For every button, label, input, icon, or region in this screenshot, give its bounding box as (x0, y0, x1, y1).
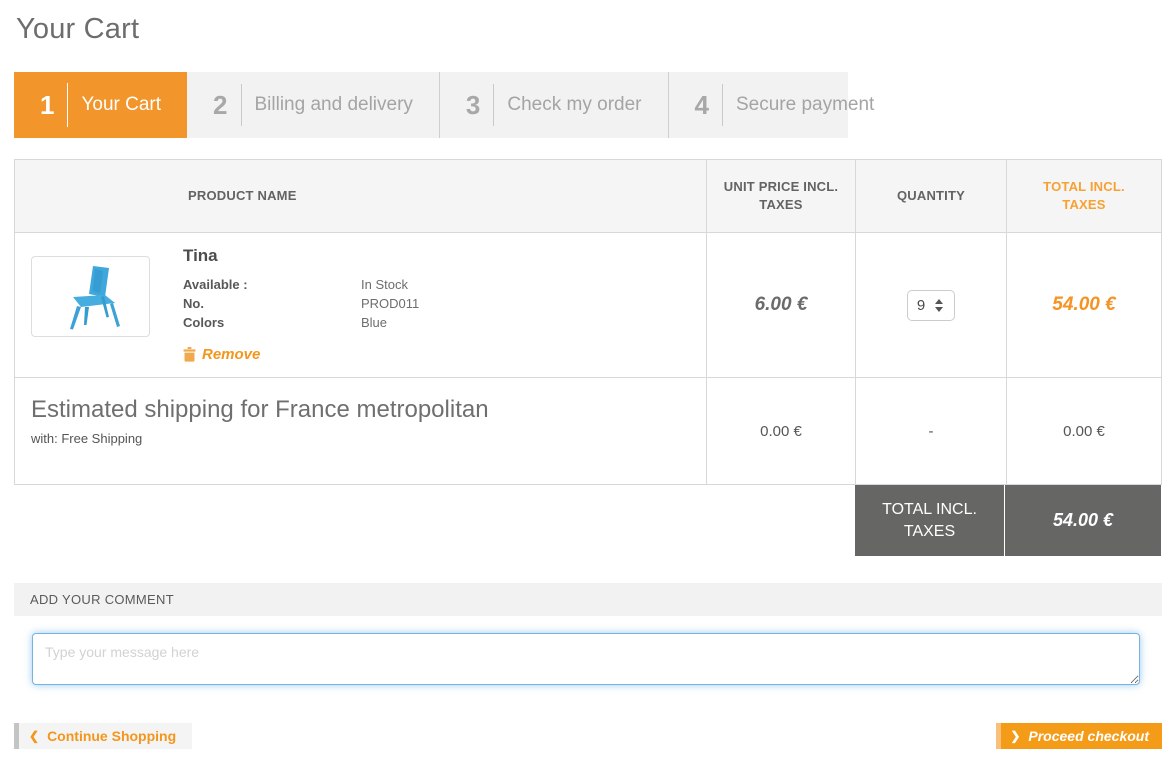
chevron-left-icon: ❮ (29, 729, 39, 743)
cart-table: PRODUCT NAME UNIT PRICE INCL. TAXES QUAN… (14, 159, 1162, 485)
step-separator (722, 84, 723, 126)
quantity-value[interactable]: 9 (908, 297, 934, 314)
step-separator (493, 84, 494, 126)
shipping-total: 0.00 € (1063, 423, 1105, 440)
unit-price-value: 6.00 € (755, 294, 808, 316)
comment-body (14, 616, 1162, 685)
grand-total-row: TOTAL INCL. TAXES 54.00 € (855, 485, 1162, 556)
product-name[interactable]: Tina (183, 246, 706, 266)
product-attributes: Available : In Stock No. PROD011 Colors … (183, 275, 706, 332)
line-total-value: 54.00 € (1052, 294, 1115, 316)
comment-section: ADD YOUR COMMENT (14, 583, 1162, 685)
checkout-steps: 1 Your Cart 2 Billing and delivery 3 Che… (14, 72, 848, 138)
attribute-row: Available : In Stock (183, 275, 706, 294)
header-product-name: PRODUCT NAME (15, 160, 706, 232)
step-number: 2 (213, 90, 227, 121)
step-label: Secure payment (736, 94, 874, 116)
stepper-arrows[interactable] (935, 299, 943, 312)
comment-header: ADD YOUR COMMENT (14, 583, 1162, 616)
proceed-checkout-button[interactable]: ❯ Proceed checkout (996, 723, 1162, 749)
attribute-value: Blue (361, 313, 387, 332)
step-number: 4 (695, 90, 709, 121)
product-cell: Tina Available : In Stock No. PROD011 Co… (15, 233, 706, 377)
step-number: 1 (40, 90, 54, 121)
quantity-stepper[interactable]: 9 (907, 290, 955, 321)
attribute-label: No. (183, 294, 361, 313)
grand-total-label: TOTAL INCL. TAXES (855, 485, 1005, 556)
shipping-row: Estimated shipping for France metropolit… (15, 377, 1161, 484)
step-label: Billing and delivery (255, 94, 413, 116)
stepper-down-icon[interactable] (935, 307, 943, 312)
step-label: Your Cart (81, 94, 161, 116)
step-separator (67, 83, 68, 127)
attribute-row: Colors Blue (183, 313, 706, 332)
shipping-title: Estimated shipping for France metropolit… (31, 396, 706, 424)
page-title: Your Cart (16, 13, 1162, 46)
attribute-row: No. PROD011 (183, 294, 706, 313)
grand-total-value: 54.00 € (1005, 485, 1161, 556)
chair-image (41, 263, 141, 331)
unit-price-cell: 6.00 € (706, 233, 855, 377)
step-separator (241, 84, 242, 126)
cart-table-header: PRODUCT NAME UNIT PRICE INCL. TAXES QUAN… (15, 160, 1161, 232)
remove-product-link[interactable]: Remove (183, 346, 260, 363)
product-row: Tina Available : In Stock No. PROD011 Co… (15, 232, 1161, 377)
shipping-quantity: - (929, 423, 934, 440)
step-your-cart[interactable]: 1 Your Cart (14, 72, 187, 138)
continue-shopping-label: Continue Shopping (47, 728, 176, 744)
continue-shopping-button[interactable]: ❮ Continue Shopping (14, 723, 192, 749)
comment-textarea[interactable] (32, 633, 1140, 685)
stepper-up-icon[interactable] (935, 299, 943, 304)
shipping-carrier: with: Free Shipping (31, 431, 706, 446)
step-check-order[interactable]: 3 Check my order (439, 72, 668, 138)
attribute-value: In Stock (361, 275, 408, 294)
header-quantity: QUANTITY (855, 160, 1006, 232)
step-billing-delivery[interactable]: 2 Billing and delivery (187, 72, 439, 138)
attribute-label: Colors (183, 313, 361, 332)
step-number: 3 (466, 90, 480, 121)
shipping-unit-price: 0.00 € (760, 423, 802, 440)
shipping-total-cell: 0.00 € (1006, 378, 1161, 484)
chevron-right-icon: ❯ (1010, 729, 1020, 743)
attribute-value: PROD011 (361, 294, 419, 313)
product-info: Tina Available : In Stock No. PROD011 Co… (183, 246, 706, 367)
remove-label: Remove (202, 346, 260, 363)
shipping-quantity-cell: - (855, 378, 1006, 484)
header-total: TOTAL INCL. TAXES (1006, 160, 1161, 232)
cart-page: Your Cart 1 Your Cart 2 Billing and deli… (0, 13, 1174, 749)
header-unit-price: UNIT PRICE INCL. TAXES (706, 160, 855, 232)
shipping-unit-price-cell: 0.00 € (706, 378, 855, 484)
product-image[interactable] (31, 256, 150, 337)
proceed-checkout-label: Proceed checkout (1028, 728, 1149, 744)
line-total-cell: 54.00 € (1006, 233, 1161, 377)
footer-actions: ❮ Continue Shopping ❯ Proceed checkout (14, 723, 1162, 749)
step-label: Check my order (507, 94, 641, 116)
shipping-info-cell: Estimated shipping for France metropolit… (15, 378, 706, 484)
quantity-cell: 9 (855, 233, 1006, 377)
step-secure-payment[interactable]: 4 Secure payment (668, 72, 901, 138)
attribute-label: Available : (183, 275, 361, 294)
trash-icon (183, 347, 196, 362)
